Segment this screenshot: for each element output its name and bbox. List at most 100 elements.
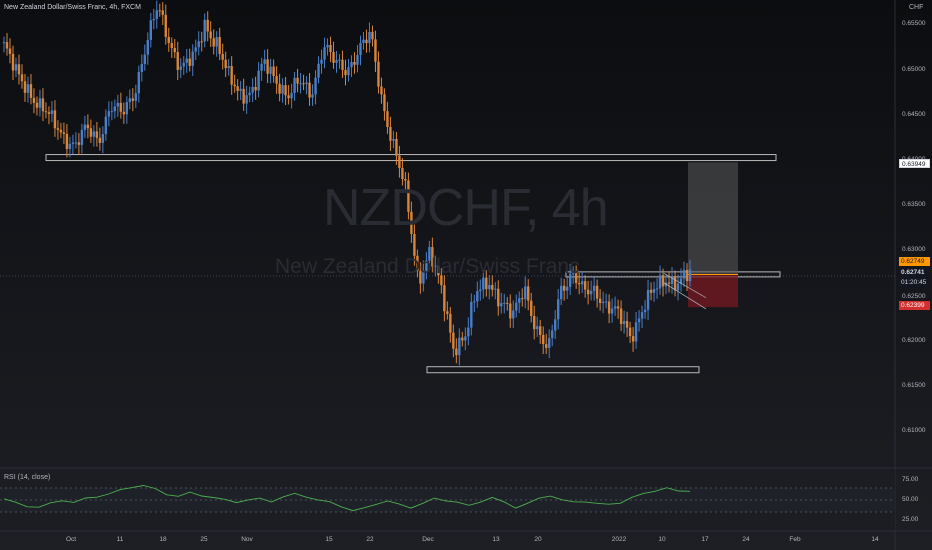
candle-body [308,82,311,98]
candle-body [182,62,185,67]
candle-body [335,60,338,63]
candle-body [317,63,320,78]
candle-body [491,284,494,290]
candle-body [503,302,506,304]
candle-body [562,285,566,291]
candle-body [218,37,221,54]
candle-body [377,61,380,87]
candle-body [649,289,653,293]
resistance-zone [45,154,777,162]
candle-body [290,92,293,99]
candle-body [59,129,63,133]
candle-body [29,84,33,98]
candle-body [395,138,398,156]
candle-body [95,131,99,138]
candle-body [461,337,464,341]
rsi-tick: 25.00 [902,516,919,523]
candle-body [161,10,164,15]
price-tick: 0.65500 [902,20,926,27]
candle-body [658,275,662,289]
candle-body [119,102,123,112]
candle-body [299,83,302,85]
candle-body [494,288,497,290]
candle-body [359,43,362,56]
candle-body [598,298,602,303]
candle-body [20,74,24,82]
rsi-tick: 50.00 [902,496,919,503]
candle-body [104,116,108,135]
candle-body [347,67,350,76]
candle-body [278,83,281,94]
candle-body [191,51,194,66]
time-label: Feb [789,536,801,543]
candle-body [500,303,503,307]
candle-body [506,302,509,304]
candle-body [497,288,500,307]
candle-body [518,298,521,303]
price-tick: 0.61500 [902,382,926,389]
candle-body [548,338,551,348]
level-price-tag: 0.63949 [899,159,930,168]
candle-body [577,283,581,285]
candle-body [601,301,605,303]
candle-body [512,310,515,319]
price-tick: 0.62000 [902,337,926,344]
candle-body [134,93,138,101]
candle-body [329,44,332,52]
candle-body [556,299,560,320]
candle-body [254,86,257,91]
candle-body [197,41,200,48]
candle-body [452,332,455,349]
candle-body [14,64,18,71]
candle-body [661,275,665,287]
candle-body [149,20,152,41]
candle-body [236,86,239,91]
candle-body [595,285,599,299]
candle-body [545,344,548,348]
candle-body [281,85,284,94]
rsi-label: RSI (14, close) [4,474,51,481]
candle-body [224,59,227,69]
candle-body [266,59,269,74]
price-tick: 0.64500 [902,111,926,118]
candle-body [8,48,12,54]
candle-body [488,284,491,290]
candle-body [179,66,182,70]
candle-body [380,86,383,95]
candle-body [341,59,344,71]
candle-body [158,10,161,12]
candle-body [11,53,15,71]
candle-body [53,110,57,129]
candle-body [83,124,87,130]
candle-body [230,65,233,85]
candle-body [586,289,590,295]
candle-body [652,289,656,293]
candle-body [185,58,188,63]
candle-body [47,112,51,114]
candle-body [583,281,587,290]
candle-body [685,269,689,282]
candle-body [323,47,326,60]
candle-body [215,37,218,47]
price-tick: 0.62500 [902,293,926,300]
candle-body [74,142,78,144]
candle-body [311,94,314,98]
candle-body [287,95,290,99]
candle-body [580,281,584,285]
candle-body [320,59,323,64]
candle-body [482,277,485,290]
candle-body [260,63,263,71]
candle-body [269,66,272,74]
time-label: 25 [200,536,208,543]
bar-countdown: 01:20:45 [899,278,930,287]
candle-body [338,59,341,61]
candle-body [35,102,39,108]
candle-body [646,289,650,310]
candle-body [446,311,449,314]
candle-body [673,276,677,291]
time-label: 22 [366,536,374,543]
candle-body [212,38,215,47]
candle-body [509,303,512,319]
price-tick: 0.65000 [902,66,926,73]
candle-body [362,39,365,44]
